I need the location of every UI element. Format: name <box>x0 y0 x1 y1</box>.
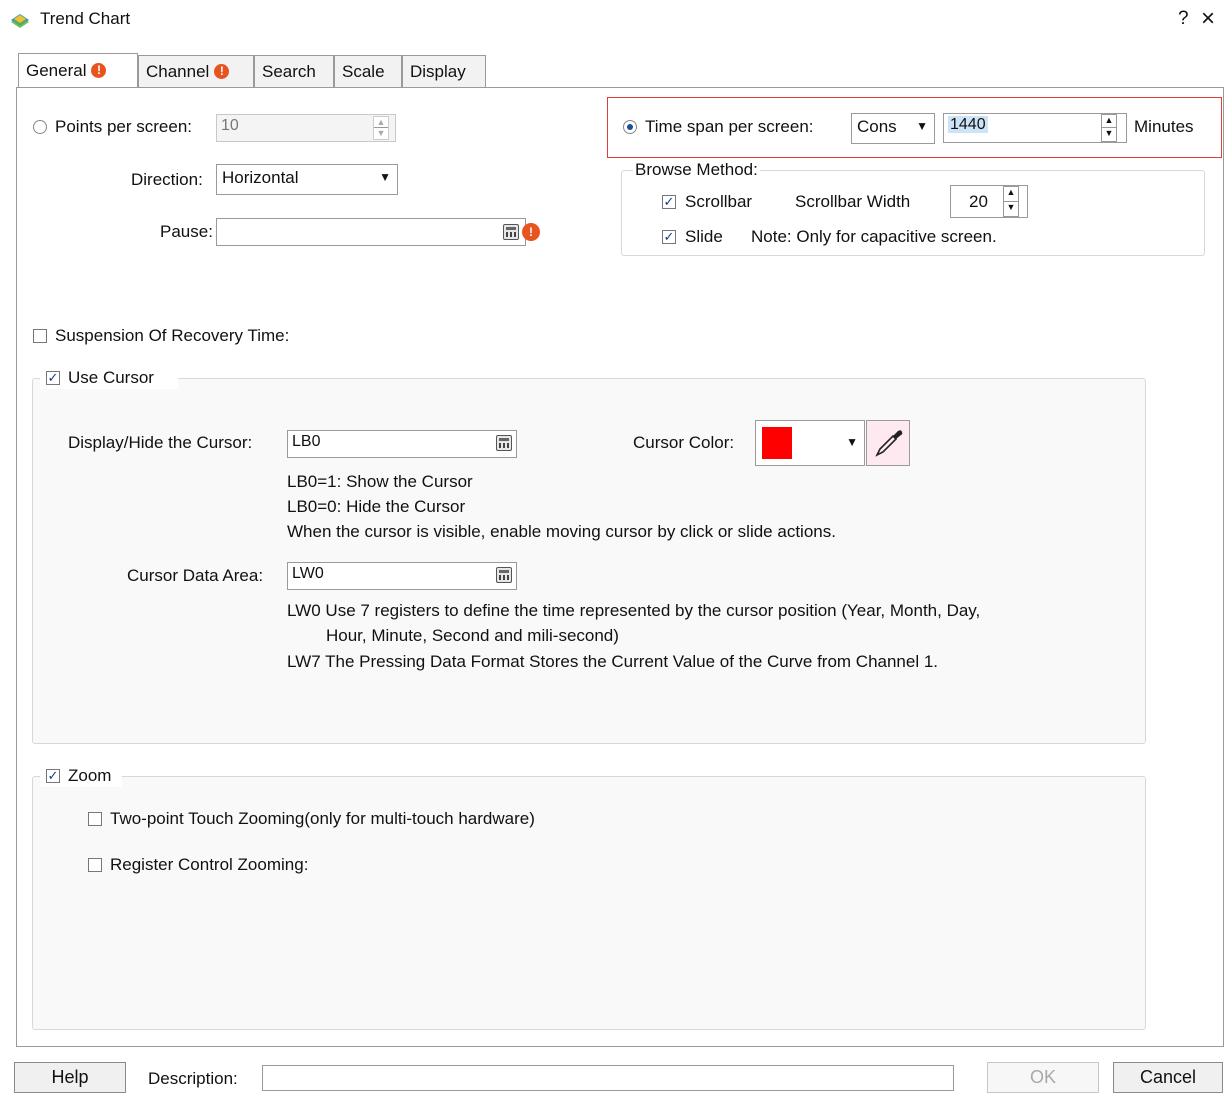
cursor-note-3: When the cursor is visible, enable movin… <box>287 522 836 541</box>
calculator-icon[interactable] <box>503 224 519 240</box>
tab-label: Scale <box>342 61 385 81</box>
spin-down-icon[interactable]: ▼ <box>1102 128 1116 141</box>
eyedropper-icon <box>875 430 903 457</box>
display-hide-cursor-input[interactable]: LB0 <box>287 430 517 458</box>
points-per-screen-input[interactable]: 10 <box>216 114 396 142</box>
suspension-label: Suspension Of Recovery Time: <box>55 326 290 345</box>
tab-display[interactable]: Display <box>402 55 486 87</box>
scrollbar-width-label: Scrollbar Width <box>795 192 911 211</box>
cursor-data-area-value: LW0 <box>292 565 324 582</box>
time-span-spinner[interactable]: ▲ ▼ <box>1101 114 1117 142</box>
cursor-data-area-label: Cursor Data Area: <box>127 566 264 585</box>
two-point-zoom-checkbox[interactable] <box>88 812 102 826</box>
time-span-mode-value: Cons <box>857 117 897 136</box>
data-area-note-2: Hour, Minute, Second and mili-second) <box>326 626 619 645</box>
ok-button[interactable]: OK <box>987 1062 1099 1093</box>
cursor-note-1: LB0=1: Show the Cursor <box>287 472 473 491</box>
calculator-icon[interactable] <box>496 435 512 451</box>
spin-up-icon[interactable]: ▲ <box>1004 187 1018 202</box>
warning-icon: ! <box>522 223 540 241</box>
cursor-color-label: Cursor Color: <box>633 433 735 452</box>
help-icon[interactable]: ? <box>1178 8 1189 30</box>
chevron-down-icon: ▼ <box>846 435 858 449</box>
time-span-unit: Minutes <box>1134 117 1194 136</box>
tab-label: General <box>26 60 87 80</box>
slide-label: Slide <box>685 227 723 246</box>
description-label: Description: <box>148 1069 238 1088</box>
trend-chart-app-icon <box>11 14 29 28</box>
pause-label: Pause: <box>160 222 213 241</box>
time-span-label: Time span per screen: <box>645 117 814 136</box>
zoom-checkbox[interactable]: ✓ <box>46 769 60 783</box>
scrollbar-width-spinner[interactable]: ▲ ▼ <box>1003 186 1019 217</box>
spin-up-icon[interactable]: ▲ <box>1102 115 1116 128</box>
warning-icon: ! <box>214 64 230 79</box>
tab-channel[interactable]: Channel ! <box>138 55 254 87</box>
title-bar: Trend Chart ? × <box>0 0 1224 40</box>
eyedropper-button[interactable] <box>866 420 910 466</box>
scrollbar-width-value: 20 <box>969 192 988 211</box>
use-cursor-checkbox[interactable]: ✓ <box>46 371 60 385</box>
description-input[interactable] <box>262 1065 954 1091</box>
scrollbar-label: Scrollbar <box>685 192 753 211</box>
direction-label: Direction: <box>131 170 203 189</box>
spin-down-icon[interactable]: ▼ <box>374 128 388 139</box>
points-per-screen-radio[interactable] <box>33 120 47 134</box>
time-span-mode-select[interactable]: Cons ▼ <box>851 113 935 144</box>
register-zoom-label: Register Control Zooming: <box>110 855 309 874</box>
slide-note: Note: Only for capacitive screen. <box>751 227 997 246</box>
calculator-icon[interactable] <box>496 567 512 583</box>
cursor-color-select[interactable]: ▼ <box>755 420 865 466</box>
direction-select[interactable]: Horizontal ▼ <box>216 164 398 195</box>
help-button[interactable]: Help <box>14 1062 126 1093</box>
cancel-button[interactable]: Cancel <box>1113 1062 1223 1093</box>
time-span-input[interactable]: 1440 <box>943 113 1127 143</box>
spin-up-icon[interactable]: ▲ <box>374 117 388 128</box>
cursor-color-swatch <box>762 427 792 459</box>
window-title: Trend Chart <box>40 9 131 28</box>
register-zoom-checkbox[interactable] <box>88 858 102 872</box>
cursor-note-2: LB0=0: Hide the Cursor <box>287 497 466 516</box>
slide-checkbox[interactable]: ✓ <box>662 230 676 244</box>
two-point-zoom-label: Two-point Touch Zooming(only for multi-t… <box>110 809 535 828</box>
tab-scale[interactable]: Scale <box>334 55 402 87</box>
data-area-note-3: LW7 The Pressing Data Format Stores the … <box>287 652 939 671</box>
zoom-label: Zoom <box>68 766 112 785</box>
chevron-down-icon: ▼ <box>916 119 928 133</box>
pause-input[interactable] <box>216 218 526 246</box>
scrollbar-checkbox[interactable]: ✓ <box>662 195 676 209</box>
close-icon[interactable]: × <box>1196 5 1220 33</box>
use-cursor-label: Use Cursor <box>68 368 154 387</box>
tab-search[interactable]: Search <box>254 55 334 87</box>
data-area-note-1: LW0 Use 7 registers to define the time r… <box>287 601 981 620</box>
points-per-screen-label: Points per screen: <box>55 117 193 136</box>
display-hide-cursor-value: LB0 <box>292 433 321 450</box>
points-per-screen-spinner[interactable]: ▲ ▼ <box>373 116 389 140</box>
tab-general[interactable]: General ! <box>18 53 138 87</box>
points-per-screen-value: 10 <box>221 117 239 134</box>
tab-label: Search <box>262 61 316 81</box>
display-hide-cursor-label: Display/Hide the Cursor: <box>68 433 253 452</box>
time-span-value: 1440 <box>948 116 988 133</box>
tab-label: Channel <box>146 61 210 81</box>
cursor-data-area-input[interactable]: LW0 <box>287 562 517 590</box>
time-span-radio[interactable] <box>623 120 637 134</box>
direction-value: Horizontal <box>222 168 299 187</box>
warning-icon: ! <box>91 63 107 78</box>
suspension-checkbox[interactable] <box>33 329 47 343</box>
chevron-down-icon: ▼ <box>379 170 391 184</box>
spin-down-icon[interactable]: ▼ <box>1004 202 1018 217</box>
tab-label: Display <box>410 61 466 81</box>
browse-method-title: Browse Method: <box>633 160 760 180</box>
